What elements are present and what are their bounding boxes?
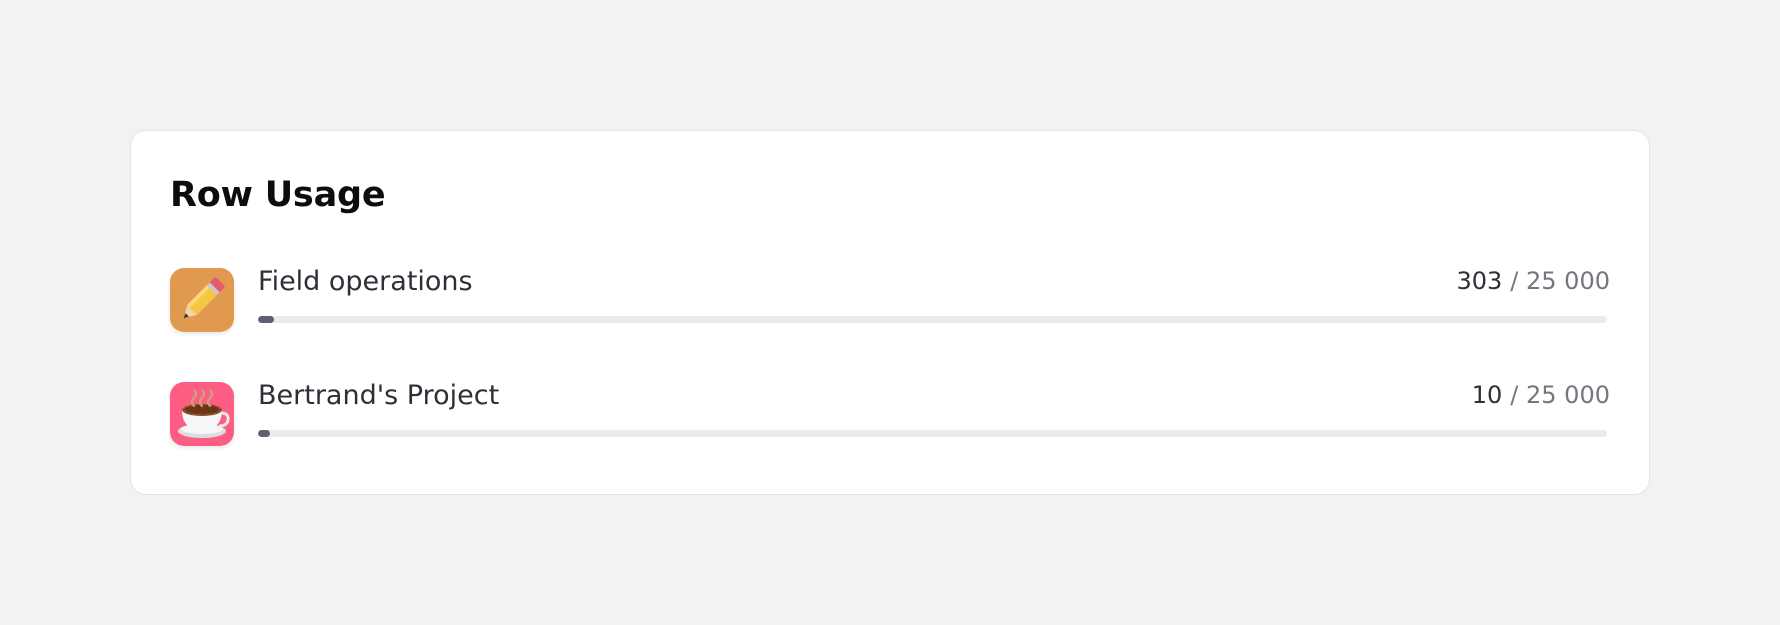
hot-beverage-icon (170, 382, 234, 446)
usage-progress-bar (258, 316, 1607, 323)
row-usage-card: Row Usage Field operations 303/ 25 000 B… (130, 130, 1650, 495)
row-count-limit: / 25 000 (1510, 267, 1610, 295)
usage-row-field-operations[interactable]: Field operations 303/ 25 000 (170, 266, 1610, 334)
row-count: 303/ 25 000 (1456, 267, 1610, 295)
usage-progress-fill (258, 316, 275, 323)
card-title: Row Usage (170, 175, 386, 215)
usage-progress-fill (258, 430, 270, 437)
usage-progress-bar (258, 430, 1607, 437)
project-name: Field operations (258, 266, 473, 297)
usage-row-bertrands-project[interactable]: Bertrand's Project 10/ 25 000 (170, 380, 1610, 448)
row-count: 10/ 25 000 (1472, 381, 1610, 409)
pencil-icon (170, 268, 234, 332)
row-count-limit: / 25 000 (1510, 381, 1610, 409)
row-count-used: 303 (1456, 267, 1503, 295)
row-count-used: 10 (1471, 381, 1503, 409)
project-name: Bertrand's Project (258, 380, 500, 411)
